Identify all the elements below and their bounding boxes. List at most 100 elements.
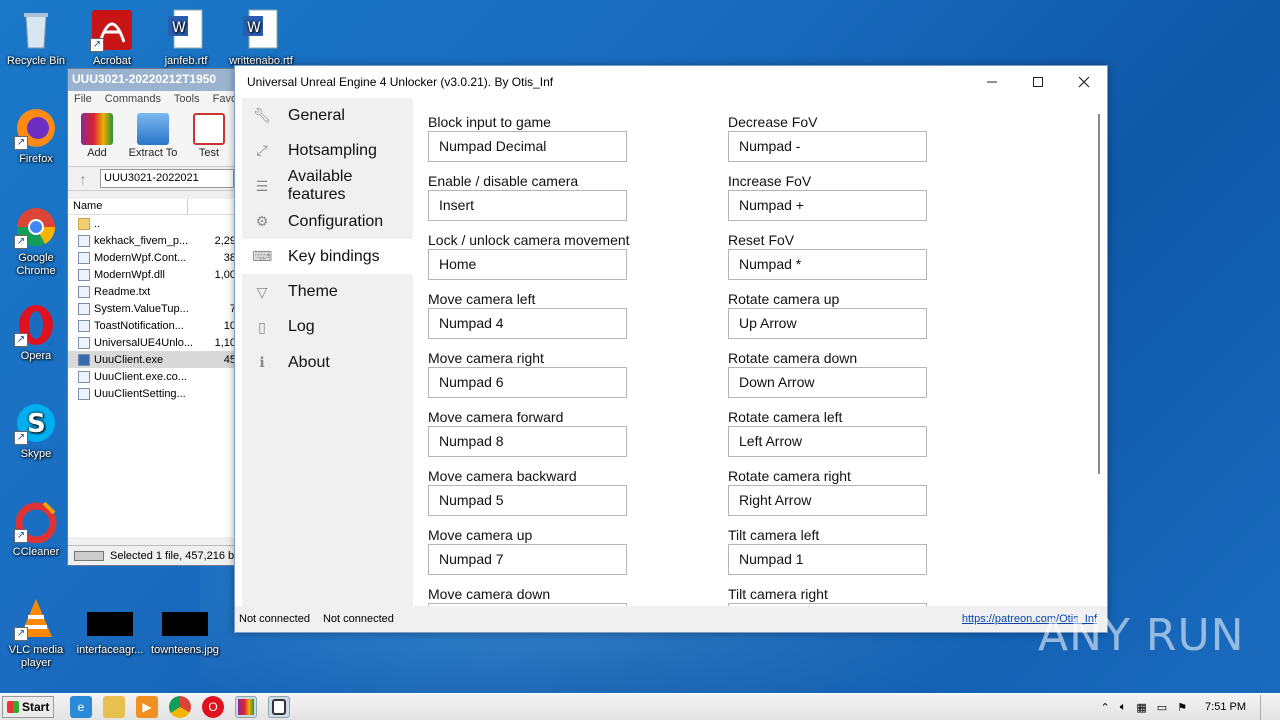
sidebar-item-configuration[interactable]: ⚙ Configuration [242, 204, 413, 239]
desktop-icon-townteens[interactable]: townteens.jpg [149, 612, 221, 657]
sidebar-item-key-bindings[interactable]: ⌨ Key bindings [242, 239, 413, 275]
binding-input[interactable]: Numpad - [728, 131, 927, 162]
key-bindings-panel: Block input to game Numpad Decimal Enable… [413, 98, 1101, 607]
wrench-icon: 🔧︎ [253, 107, 271, 124]
maximize-button[interactable] [1015, 66, 1061, 98]
list-item[interactable]: UuuClient.exe.co... [68, 368, 238, 385]
list-item[interactable]: ModernWpf.Cont... 38 [68, 249, 238, 266]
tray-expand-icon[interactable]: ⌃ [1101, 701, 1110, 714]
sidebar-item-label: About [288, 353, 330, 371]
network-icon[interactable]: ▦ [1136, 701, 1146, 714]
desktop-icon-skype[interactable]: S ↗ Skype [0, 401, 72, 461]
taskbar-explorer-icon[interactable] [103, 696, 125, 718]
sidebar-item-general[interactable]: 🔧︎ General [242, 98, 413, 133]
winrar-path-box[interactable]: UUU3021-2022021 [100, 169, 234, 188]
list-item[interactable]: UniversalUE4Unlo... 1,10 [68, 334, 238, 351]
uuu-titlebar[interactable]: Universal Unreal Engine 4 Unlocker (v3.0… [235, 66, 1107, 98]
sidebar-item-theme[interactable]: ▽ Theme [242, 274, 413, 309]
scrollbar-thumb[interactable] [1098, 114, 1100, 474]
desktop-icon-janfeb[interactable]: W janfeb.rtf [150, 8, 222, 68]
desktop-icon-chrome[interactable]: ↗ Google Chrome [0, 205, 72, 278]
binding-input[interactable]: Numpad * [728, 249, 927, 280]
desktop-icon-opera[interactable]: ↗ Opera [0, 303, 72, 363]
binding-input[interactable]: Numpad 1 [728, 544, 927, 575]
taskbar-ie-icon[interactable]: e [70, 696, 92, 718]
column-header-size[interactable] [188, 199, 238, 214]
winrar-window[interactable]: UUU3021-20220212T1950 File Commands Tool… [67, 68, 239, 566]
desktop-icon-interfaceagr[interactable]: interfaceagr... [74, 612, 146, 657]
action-center-flag-icon[interactable]: ⚑ [1177, 701, 1187, 714]
desktop-icon-acrobat[interactable]: ↗ Acrobat [76, 8, 148, 68]
winrar-extract-button[interactable]: Extract To [128, 113, 178, 162]
binding-enable-camera: Enable / disable camera Insert [428, 173, 648, 232]
binding-input[interactable]: Numpad 6 [428, 367, 627, 398]
binding-label: Move camera backward [428, 468, 577, 484]
winrar-add-button[interactable]: Add [72, 113, 122, 162]
binding-input[interactable]: Numpad Decimal [428, 131, 627, 162]
binding-input[interactable]: Home [428, 249, 627, 280]
acrobat-icon: ↗ [90, 8, 134, 52]
volume-icon[interactable]: 🔈︎ [1120, 701, 1127, 714]
battery-icon[interactable]: ▭ [1157, 701, 1167, 714]
winrar-menu-file[interactable]: File [74, 93, 92, 105]
winrar-title: UUU3021-20220212T1950 [72, 72, 217, 86]
file-icon [78, 268, 90, 281]
winrar-menu-commands[interactable]: Commands [105, 93, 161, 105]
list-item[interactable]: .. [68, 215, 238, 232]
binding-input[interactable]: Numpad 7 [428, 544, 627, 575]
sidebar-item-hotsampling[interactable]: ⤢ Hotsampling [242, 133, 413, 168]
binding-rotate-right: Rotate camera right Right Arrow [728, 468, 948, 527]
list-item-selected[interactable]: UuuClient.exe 45 [68, 351, 238, 368]
desktop-icon-vlc[interactable]: ↗ VLC media player [0, 597, 72, 670]
desktop-icon-label: Firefox [19, 153, 53, 165]
binding-input[interactable]: Up Arrow [728, 308, 927, 339]
winrar-statusbar: Selected 1 file, 457,216 b [68, 545, 238, 565]
binding-input[interactable]: Insert [428, 190, 627, 221]
binding-input[interactable]: Numpad 4 [428, 308, 627, 339]
clock[interactable]: 7:51 PM [1205, 701, 1246, 713]
list-item[interactable]: System.ValueTup... 7 [68, 300, 238, 317]
sidebar-item-log[interactable]: ▯ Log [242, 310, 413, 345]
taskbar-opera-icon[interactable]: O [202, 696, 224, 718]
sidebar-item-label: Key bindings [288, 247, 380, 265]
binding-input[interactable]: Numpad + [728, 190, 927, 221]
desktop-icon-recycle-bin[interactable]: Recycle Bin [0, 8, 72, 68]
list-item[interactable]: ModernWpf.dll 1,00 [68, 266, 238, 283]
close-button[interactable] [1061, 66, 1107, 98]
column-header-name[interactable]: Name [68, 199, 188, 214]
list-item[interactable]: kekhack_fivem_p... 2,29 [68, 232, 238, 249]
winrar-pathbar: ↑ UUU3021-2022021 [68, 167, 238, 191]
minimize-button[interactable] [969, 66, 1015, 98]
sidebar-item-available-features[interactable]: ☰ Available features [242, 168, 413, 204]
binding-input[interactable]: Down Arrow [728, 367, 927, 398]
taskbar-media-player-icon[interactable]: ▶ [136, 696, 158, 718]
binding-input[interactable]: Right Arrow [728, 485, 927, 516]
desktop-icon-firefox[interactable]: ↗ Firefox [0, 106, 72, 166]
sidebar-item-about[interactable]: ℹ About [242, 345, 413, 380]
desktop-icon-ccleaner[interactable]: ↗ CCleaner [0, 499, 72, 559]
binding-move-backward: Move camera backward Numpad 5 [428, 468, 648, 527]
firefox-icon: ↗ [14, 106, 58, 150]
taskbar-winrar-icon[interactable] [235, 696, 257, 718]
close-icon [1078, 76, 1090, 88]
binding-input[interactable]: Left Arrow [728, 426, 927, 457]
binding-label: Block input to game [428, 114, 551, 130]
winrar-menu-tools[interactable]: Tools [174, 93, 200, 105]
list-item[interactable]: Readme.txt [68, 283, 238, 300]
binding-move-right: Move camera right Numpad 6 [428, 350, 648, 409]
taskbar-chrome-icon[interactable] [169, 696, 191, 718]
binding-input[interactable]: Numpad 8 [428, 426, 627, 457]
taskbar-uuu-icon[interactable] [268, 696, 290, 718]
up-arrow-icon[interactable]: ↑ [72, 171, 94, 187]
desktop-icon-writtenabo[interactable]: W writtenabo.rtf [225, 8, 297, 68]
list-item[interactable]: UuuClientSetting... [68, 385, 238, 402]
show-desktop-button[interactable] [1260, 694, 1270, 720]
svg-text:W: W [172, 20, 186, 36]
binding-input[interactable]: Numpad 5 [428, 485, 627, 516]
vertical-scrollbar[interactable] [1095, 114, 1101, 474]
winrar-titlebar[interactable]: UUU3021-20220212T1950 [68, 69, 238, 91]
list-item[interactable]: ToastNotification... 10 [68, 317, 238, 334]
start-button[interactable]: Start [2, 696, 54, 718]
winrar-test-button[interactable]: Test [184, 113, 234, 162]
desktop-icon-label: Acrobat [93, 55, 131, 67]
